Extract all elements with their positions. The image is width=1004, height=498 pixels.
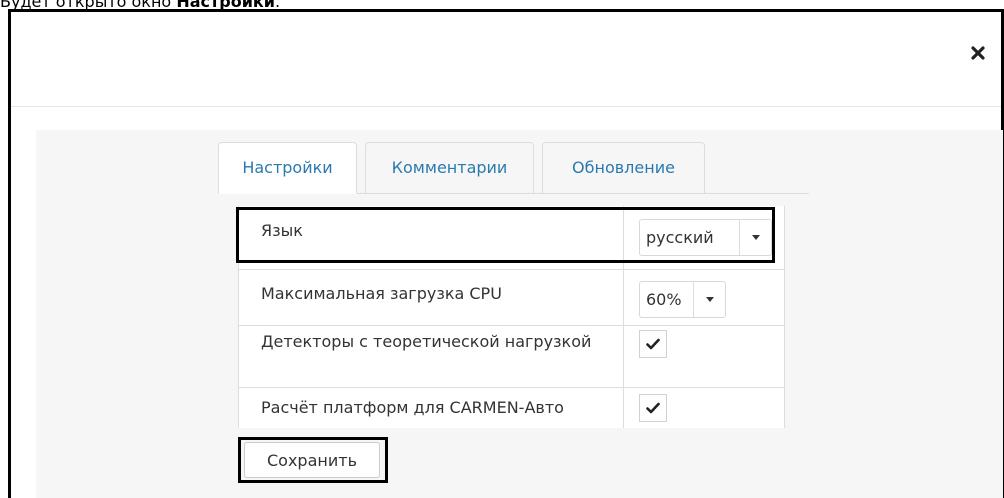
cpu-select[interactable]: 60% — [639, 281, 726, 318]
checkmark-icon — [646, 338, 660, 350]
carmen-label: Расчёт платформ для CARMEN-Авто — [261, 398, 564, 417]
column-divider — [623, 270, 624, 325]
language-label: Язык — [261, 221, 303, 240]
column-divider — [623, 326, 624, 387]
column-divider — [623, 388, 624, 428]
settings-row-language: Язык русский — [239, 206, 784, 270]
cpu-label: Максимальная загрузка CPU — [261, 284, 502, 303]
dialog-body: Настройки Комментарии Обновление Язык ру… — [36, 130, 1003, 498]
save-button[interactable]: Сохранить — [244, 442, 380, 478]
settings-row-cpu: Максимальная загрузка CPU 60% — [239, 270, 784, 326]
settings-row-detectors: Детекторы с теоретической нагрузкой — [239, 326, 784, 388]
tab-settings[interactable]: Настройки — [218, 142, 357, 194]
tab-bar: Настройки Комментарии Обновление — [218, 142, 809, 194]
caret-down-icon — [751, 235, 760, 240]
cpu-dropdown-toggle[interactable] — [693, 282, 725, 317]
language-select[interactable]: русский — [639, 219, 772, 256]
language-value: русский — [646, 228, 714, 247]
caret-down-icon — [705, 297, 714, 302]
dialog-header — [11, 12, 1001, 107]
tab-comments[interactable]: Комментарии — [365, 142, 534, 194]
language-dropdown-toggle[interactable] — [739, 220, 771, 255]
detectors-checkbox[interactable] — [639, 330, 667, 358]
column-divider — [623, 206, 624, 269]
cpu-value: 60% — [646, 290, 682, 309]
settings-dialog: Настройки Комментарии Обновление Язык ру… — [8, 9, 1004, 498]
settings-table: Язык русский Максимальная загрузка CPU 6… — [238, 206, 785, 428]
tab-update[interactable]: Обновление — [542, 142, 705, 194]
detectors-label: Детекторы с теоретической нагрузкой — [261, 332, 592, 351]
settings-row-carmen: Расчёт платформ для CARMEN-Авто — [239, 388, 784, 428]
close-button[interactable] — [967, 42, 989, 64]
checkmark-icon — [646, 402, 660, 414]
close-icon — [971, 46, 985, 60]
carmen-checkbox[interactable] — [639, 394, 667, 422]
